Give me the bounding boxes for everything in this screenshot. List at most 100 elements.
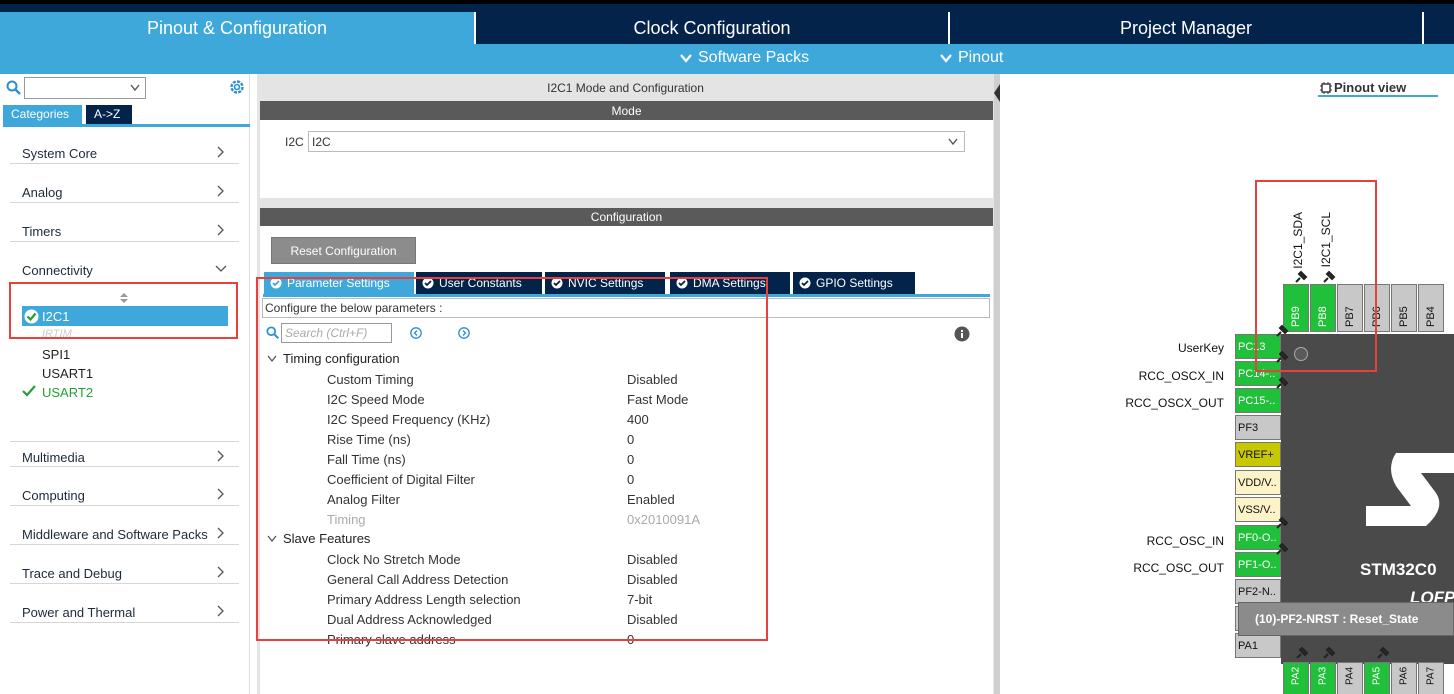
category-label: Middleware and Software Packs xyxy=(22,527,208,542)
sub-menu-bar: Software Packs Pinout xyxy=(0,44,1454,74)
chevron-right-icon xyxy=(217,450,224,462)
pushpin-icon xyxy=(1276,516,1289,529)
software-packs-label: Software Packs xyxy=(698,49,810,66)
highlight-box-parameters xyxy=(256,277,768,641)
search-icon[interactable] xyxy=(6,80,22,96)
tab-gpio-settings[interactable]: GPIO Settings xyxy=(793,272,915,294)
mode-select[interactable]: I2C xyxy=(308,131,965,152)
pin-vref[interactable]: VREF+ xyxy=(1235,442,1281,467)
connectivity-item-usart1[interactable]: USART1 xyxy=(42,366,93,381)
category-label: Multimedia xyxy=(22,450,85,465)
tab-categories[interactable]: Categories xyxy=(3,105,82,124)
pin-pa2[interactable]: PA2 xyxy=(1283,662,1309,694)
configuration-header: Configuration xyxy=(260,208,993,226)
pin-label-rcc-osc-in: RCC_OSC_IN xyxy=(1146,534,1224,548)
st-logo-icon xyxy=(1366,453,1454,526)
category-middleware[interactable]: Middleware and Software Packs xyxy=(10,519,239,545)
top-tab-bar: Pinout & Configuration Clock Configurati… xyxy=(0,0,1454,44)
pinout-menu[interactable]: Pinout xyxy=(940,49,1003,67)
reset-configuration-button[interactable]: Reset Configuration xyxy=(271,237,416,264)
chevron-right-icon xyxy=(217,527,224,539)
chevron-down-icon xyxy=(940,54,952,63)
mode-section: I2C I2C xyxy=(260,120,993,198)
category-label: System Core xyxy=(22,146,98,161)
pin-tooltip: (10)-PF2-NRST : Reset_State xyxy=(1238,602,1454,636)
category-system-core[interactable]: System Core xyxy=(10,138,239,164)
pin-pf3[interactable]: PF3 xyxy=(1235,415,1281,440)
tab-project-manager[interactable]: Project Manager xyxy=(950,12,1422,44)
highlight-box xyxy=(9,282,238,339)
mode-select-value: I2C xyxy=(312,135,331,149)
category-label: Connectivity xyxy=(22,263,93,278)
tab-label: GPIO Settings xyxy=(816,276,893,290)
gear-icon[interactable] xyxy=(228,78,246,96)
chevron-down-icon xyxy=(680,54,692,63)
pin-pb4[interactable]: PB4 xyxy=(1418,284,1444,332)
pushpin-icon xyxy=(1377,646,1390,659)
pinout-view-label: Pinout view xyxy=(1334,79,1407,95)
chevron-down-icon xyxy=(215,265,227,272)
pin-vdd[interactable]: VDD/V.. xyxy=(1235,470,1281,495)
chevron-right-icon xyxy=(217,605,224,617)
mode-header: Mode xyxy=(260,101,993,120)
pin-label-rcc-oscx-in: RCC_OSCX_IN xyxy=(1138,369,1224,383)
chevron-right-icon xyxy=(217,566,224,578)
chevron-down-icon xyxy=(948,138,958,146)
category-analog[interactable]: Analog xyxy=(10,177,239,203)
tab-separator xyxy=(1422,12,1424,44)
chevron-right-icon xyxy=(217,146,224,158)
pin-pa3[interactable]: PA3 xyxy=(1310,662,1336,694)
mode-label: I2C xyxy=(285,135,304,149)
pinout-panel: Pinout view STM32C0 LQFP PB9 PB8 PB7 PB6… xyxy=(1000,74,1454,694)
pin-pa4[interactable]: PA4 xyxy=(1337,662,1363,694)
category-label: Analog xyxy=(22,185,63,200)
category-label: Computing xyxy=(22,488,85,503)
search-combobox[interactable] xyxy=(24,77,146,99)
category-panel: Categories A->Z System Core Analog Timer… xyxy=(0,74,250,694)
pushpin-icon xyxy=(1323,646,1336,659)
pin-label-rcc-osc-out: RCC_OSC_OUT xyxy=(1133,561,1224,575)
pin-label-userkey: UserKey xyxy=(1177,341,1224,355)
category-power-thermal[interactable]: Power and Thermal xyxy=(10,597,239,623)
chip-name: STM32C0 xyxy=(1360,560,1437,579)
check-icon xyxy=(22,385,36,397)
connectivity-item-spi1[interactable]: SPI1 xyxy=(42,347,70,362)
pin-pa6[interactable]: PA6 xyxy=(1391,662,1417,694)
software-packs-menu[interactable]: Software Packs xyxy=(680,49,809,67)
panel-title: I2C1 Mode and Configuration xyxy=(547,81,704,95)
pin-pa5[interactable]: PA5 xyxy=(1364,662,1390,694)
tab-a-z[interactable]: A->Z xyxy=(86,105,132,124)
pinout-label: Pinout xyxy=(958,49,1004,66)
mode-configuration-panel: I2C1 Mode and Configuration Mode I2C I2C… xyxy=(256,74,994,694)
category-timers[interactable]: Timers xyxy=(10,216,239,242)
pinout-view-button[interactable]: Pinout view xyxy=(1318,79,1438,97)
tab-underline xyxy=(3,124,250,127)
category-trace-debug[interactable]: Trace and Debug xyxy=(10,558,239,584)
category-label: Power and Thermal xyxy=(22,605,136,620)
pin-pa1[interactable]: PA1 xyxy=(1235,633,1281,658)
category-multimedia[interactable]: Multimedia xyxy=(10,441,239,467)
category-computing[interactable]: Computing xyxy=(10,480,239,506)
pushpin-icon xyxy=(1296,646,1309,659)
chevron-down-icon xyxy=(130,84,140,92)
highlight-box-i2c-pins xyxy=(1255,180,1377,372)
top-strip xyxy=(0,0,1454,4)
pin-pc15[interactable]: PC15-.. xyxy=(1235,388,1281,413)
chevron-right-icon xyxy=(217,224,224,236)
tab-pinout-configuration[interactable]: Pinout & Configuration xyxy=(0,12,474,44)
check-circle-icon xyxy=(799,277,811,289)
pin-pb5[interactable]: PB5 xyxy=(1391,284,1417,332)
chevron-right-icon xyxy=(217,488,224,500)
category-label: Timers xyxy=(22,224,62,239)
pin-pa7[interactable]: PA7 xyxy=(1418,662,1444,694)
info-icon[interactable] xyxy=(954,326,970,342)
tab-clock-configuration[interactable]: Clock Configuration xyxy=(476,12,948,44)
category-label: Trace and Debug xyxy=(22,566,122,581)
chip-icon xyxy=(1320,82,1332,94)
pushpin-icon xyxy=(1276,376,1289,389)
connectivity-item-usart2[interactable]: USART2 xyxy=(42,385,93,400)
pushpin-icon xyxy=(1276,542,1289,555)
category-connectivity[interactable]: Connectivity xyxy=(10,255,239,281)
pin-pf2[interactable]: PF2-N.. xyxy=(1235,579,1281,604)
chevron-right-icon xyxy=(217,185,224,197)
